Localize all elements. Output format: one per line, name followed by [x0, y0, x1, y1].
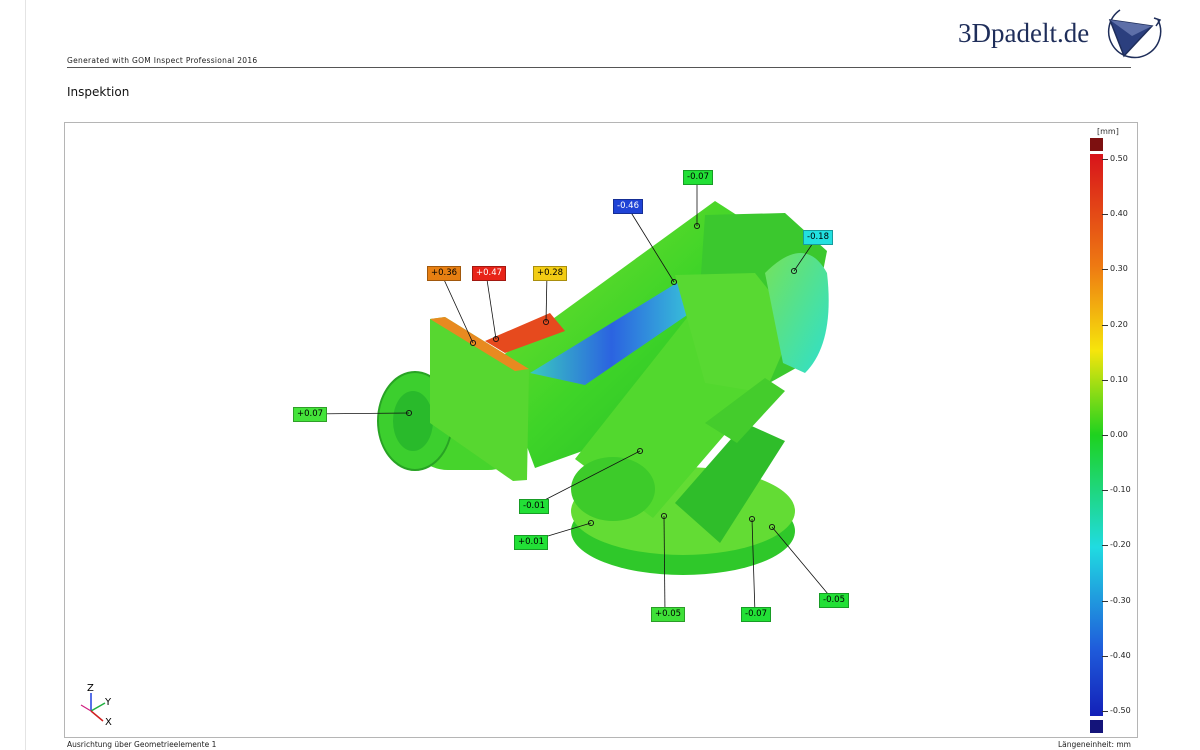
axis-x-label: X: [105, 717, 112, 727]
colorbar-over-swatch: [1090, 138, 1103, 151]
section-title: Inspektion: [67, 85, 130, 99]
colorbar-tick: [1102, 655, 1108, 657]
label-minus-0-46[interactable]: -0.46: [613, 199, 643, 214]
colorbar-tick-label: -0.40: [1110, 650, 1131, 660]
main-cylinder-end: [571, 457, 655, 521]
colorbar-tick-label: 0.30: [1110, 264, 1128, 274]
colorbar-tick: [1102, 159, 1108, 160]
label-plus-0-01[interactable]: +0.01: [514, 535, 549, 550]
label-minus-0-18[interactable]: -0.18: [803, 230, 833, 245]
colorbar-tick-label: -0.10: [1110, 485, 1131, 495]
part-deviation-model[interactable]: [65, 123, 1137, 737]
logo-text: 3Dpadelt.de: [958, 18, 1090, 48]
alignment-info: Ausrichtung über Geometrieelemente 1: [67, 740, 217, 749]
length-unit-info: Längeneinheit: mm: [1057, 740, 1131, 749]
colorbar-tick-label: 0.50: [1110, 154, 1128, 163]
colorbar-tick: [1102, 324, 1108, 326]
label-minus-0-01[interactable]: -0.01: [519, 499, 549, 514]
colorbar-tick-label: 0.00: [1110, 430, 1128, 439]
leader-line: [771, 526, 834, 601]
colorbar-tick: [1102, 545, 1108, 547]
colorbar-tick: [1102, 269, 1108, 271]
company-logo: 3Dpadelt.de: [950, 6, 1170, 62]
colorbar-tick-label: 0.40: [1110, 209, 1128, 219]
label-plus-0-36[interactable]: +0.36: [427, 266, 462, 281]
axis-triad-icon: Z Y X: [80, 683, 112, 727]
leader-line: [485, 272, 497, 340]
header-rule: [67, 67, 1131, 68]
colorbar-tick-label: 0.10: [1110, 374, 1128, 384]
colorbar-unit: [mm]: [1097, 127, 1119, 136]
colorbar-tick: [1102, 711, 1108, 712]
label-plus-0-05[interactable]: +0.05: [651, 607, 686, 622]
colorbar-tick: [1102, 490, 1108, 492]
label-plus-0-47[interactable]: +0.47: [472, 266, 507, 281]
colorbar-tick-label: -0.30: [1110, 595, 1131, 605]
colorbar-tick: [1102, 214, 1108, 216]
label-plus-0-28[interactable]: +0.28: [533, 266, 568, 281]
colorbar-tick-label: -0.20: [1110, 540, 1131, 550]
colorbar-tick-label: 0.20: [1110, 319, 1128, 329]
inspection-view[interactable]: -0.07 -0.46 -0.18 +0.36 +0.47 +0.28 +0.07 -0.01…: [64, 122, 1138, 738]
logo-triangle-icon: [1107, 9, 1162, 59]
label-plus-0-07[interactable]: +0.07: [293, 407, 328, 422]
colorbar-tick-label: -0.50: [1110, 706, 1131, 715]
label-minus-0-05[interactable]: -0.05: [819, 593, 849, 608]
label-minus-0-07-bottom[interactable]: -0.07: [741, 607, 771, 622]
colorbar-tick: [1102, 379, 1108, 381]
axis-y-label: Y: [104, 697, 112, 708]
cylinder-hole: [393, 391, 433, 451]
axis-z-label: Z: [87, 683, 94, 694]
colorbar-tick: [1102, 600, 1108, 602]
generated-by-text: Generated with GOM Inspect Professional …: [67, 56, 258, 65]
label-minus-0-07-top[interactable]: -0.07: [683, 170, 713, 185]
colorbar-tick: [1102, 435, 1108, 436]
page-margin-line: [25, 0, 26, 750]
colorbar-under-swatch: [1090, 720, 1103, 733]
